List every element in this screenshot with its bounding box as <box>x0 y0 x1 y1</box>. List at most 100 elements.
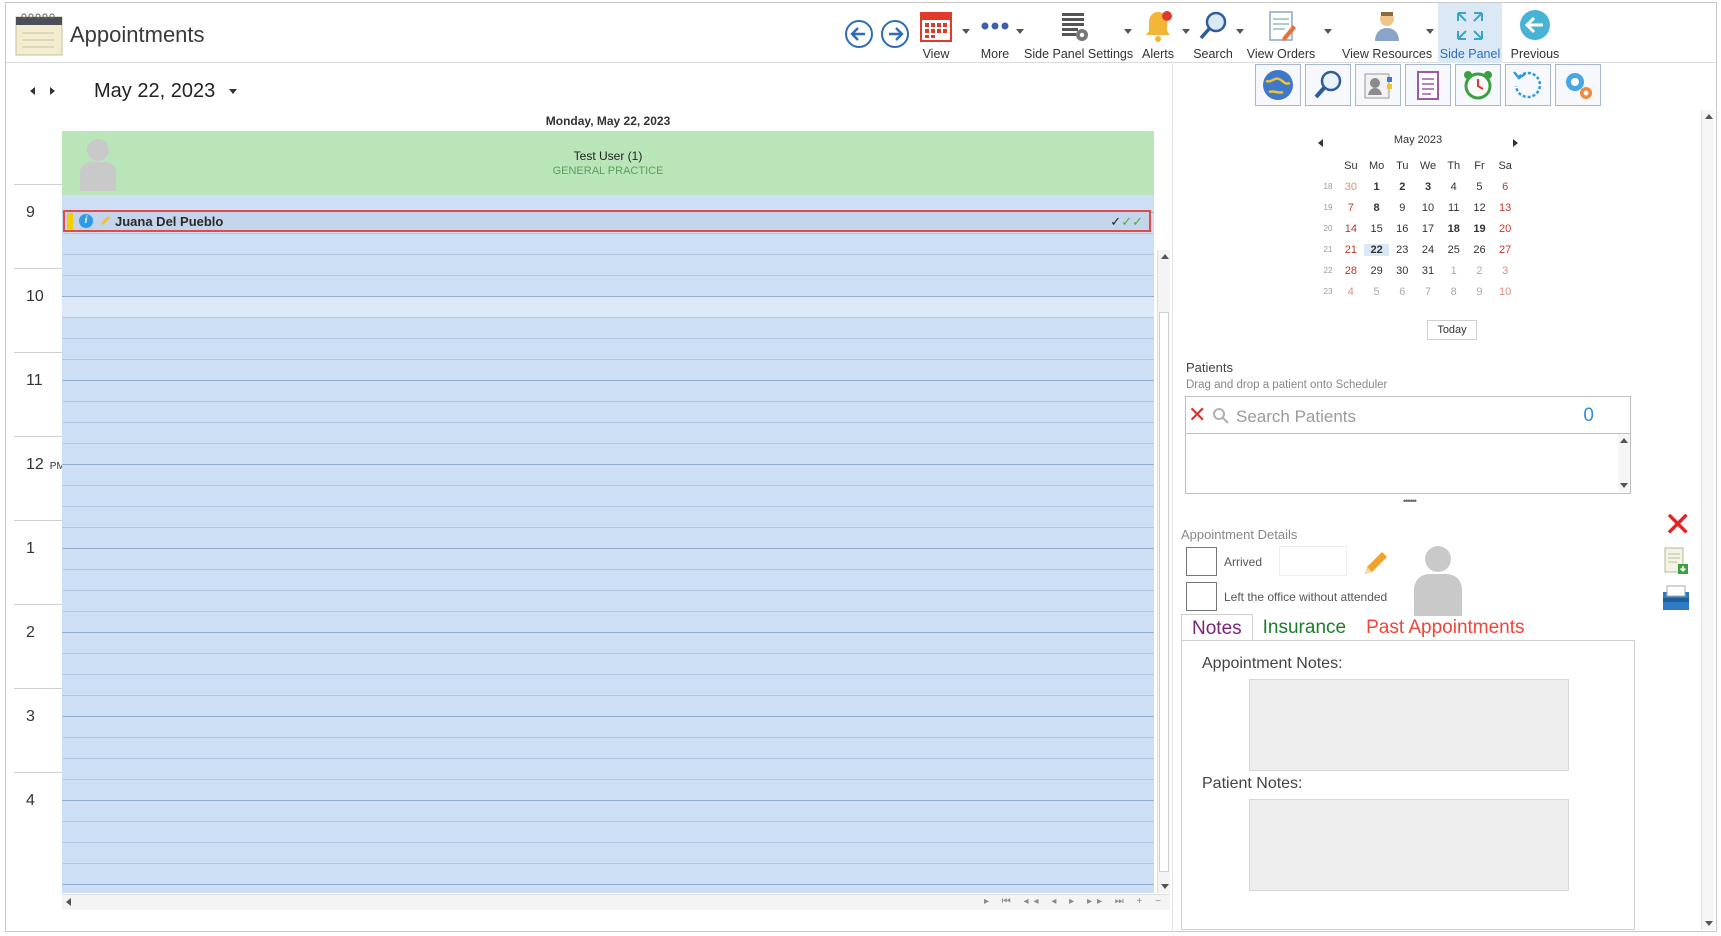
patient-results-list[interactable] <box>1185 434 1631 494</box>
search-patients-input[interactable]: Search Patients <box>1236 407 1356 427</box>
arrived-checkbox[interactable] <box>1186 547 1217 576</box>
today-button[interactable]: Today <box>1427 320 1477 340</box>
search-tool-button[interactable] <box>1305 64 1351 106</box>
scroll-left-arrow[interactable] <box>66 898 71 906</box>
info-icon[interactable]: i <box>79 214 93 228</box>
calendar-day[interactable]: 29 <box>1364 265 1390 277</box>
calendar-day[interactable]: 4 <box>1441 181 1467 193</box>
calendar-day[interactable]: 27 <box>1492 244 1518 256</box>
calendar-day[interactable]: 13 <box>1492 202 1518 214</box>
calendar-day[interactable]: 18 <box>1441 223 1467 235</box>
calendar-day[interactable]: 3 <box>1492 265 1518 277</box>
calendar-day[interactable]: 30 <box>1389 265 1415 277</box>
tab-insurance[interactable]: Insurance <box>1253 614 1356 641</box>
tab-past-appointments[interactable]: Past Appointments <box>1356 614 1534 641</box>
nav-forward-circle-icon[interactable] <box>880 19 910 49</box>
nav-back-circle-icon[interactable] <box>844 19 874 49</box>
toolbar-side-panel-button[interactable]: Side Panel <box>1438 3 1502 63</box>
calendar-day[interactable]: 10 <box>1415 202 1441 214</box>
schedule-grid[interactable] <box>62 195 1154 893</box>
close-icon[interactable]: ✕ <box>1664 508 1693 542</box>
toolbar-alerts-button[interactable]: Alerts <box>1136 7 1180 63</box>
patient-card-tool-button[interactable] <box>1355 64 1401 106</box>
calendar-day[interactable]: 16 <box>1389 223 1415 235</box>
calendar-day[interactable]: 4 <box>1338 286 1364 298</box>
list-scroll-up-arrow[interactable] <box>1620 438 1628 443</box>
calendar-day[interactable]: 8 <box>1441 286 1467 298</box>
next-day-button[interactable] <box>42 81 62 101</box>
edit-pencil-icon[interactable] <box>1361 548 1391 578</box>
calendar-day[interactable]: 14 <box>1338 223 1364 235</box>
prev-day-button[interactable] <box>22 81 42 101</box>
scroll-thumb[interactable] <box>1159 312 1169 872</box>
splitter-grip[interactable]: •••••• <box>1403 496 1417 506</box>
calendar-day[interactable]: 28 <box>1338 265 1364 277</box>
calendar-day[interactable]: 3 <box>1415 181 1441 193</box>
next-month-button[interactable] <box>1513 138 1518 150</box>
calendar-day[interactable]: 21 <box>1338 244 1364 256</box>
prev-month-button[interactable] <box>1318 138 1323 150</box>
calendar-day[interactable]: 8 <box>1364 202 1390 214</box>
calendar-day[interactable]: 17 <box>1415 223 1441 235</box>
calendar-day[interactable]: 1 <box>1441 265 1467 277</box>
calendar-day[interactable]: 20 <box>1492 223 1518 235</box>
list-scroll-down-arrow[interactable] <box>1620 483 1628 488</box>
calendar-day[interactable]: 7 <box>1415 286 1441 298</box>
patient-search-box[interactable]: ✕ Search Patients 0 <box>1185 396 1631 434</box>
calendar-day[interactable]: 9 <box>1389 202 1415 214</box>
toolbar-view-orders-button[interactable]: View Orders <box>1246 7 1316 63</box>
calendar-day[interactable]: 6 <box>1389 286 1415 298</box>
clear-search-icon[interactable]: ✕ <box>1188 404 1206 426</box>
calendar-day[interactable]: 2 <box>1389 181 1415 193</box>
calendar-day[interactable]: 25 <box>1441 244 1467 256</box>
side-scroll-down-arrow[interactable] <box>1705 921 1713 926</box>
refresh-tool-button[interactable] <box>1505 64 1551 106</box>
calendar-day[interactable]: 11 <box>1441 202 1467 214</box>
alarm-tool-button[interactable] <box>1455 64 1501 106</box>
appointment-block[interactable]: i Juana Del Pueblo ✓✓✓ <box>63 210 1151 232</box>
calendar-day[interactable]: 22 <box>1363 243 1390 256</box>
scroll-down-arrow[interactable] <box>1158 880 1171 893</box>
appointment-notes-field[interactable] <box>1249 679 1569 771</box>
calendar-day[interactable]: 15 <box>1364 223 1390 235</box>
left-office-checkbox[interactable] <box>1186 582 1217 611</box>
list-tool-button[interactable] <box>1405 64 1451 106</box>
calendar-day[interactable]: 23 <box>1389 244 1415 256</box>
calendar-day[interactable]: 1 <box>1364 181 1390 193</box>
side-scroll-up-arrow[interactable] <box>1705 114 1713 119</box>
globe-tool-button[interactable] <box>1255 64 1301 106</box>
calendar-day[interactable]: 26 <box>1467 244 1493 256</box>
patient-notes-field[interactable] <box>1249 799 1569 891</box>
tab-notes[interactable]: Notes <box>1181 614 1253 641</box>
date-dropdown-icon[interactable] <box>229 88 238 94</box>
side-panel-scrollbar[interactable] <box>1701 110 1714 930</box>
arrived-time-field[interactable] <box>1279 546 1347 576</box>
toolbar-view-button[interactable]: View <box>914 7 958 63</box>
schedule-horizontal-scrollbar[interactable]: ▸ ⏮ ◂◂ ◂ ▸ ▸▸ ⏭ + − <box>62 894 1170 910</box>
pager-controls[interactable]: ▸ ⏮ ◂◂ ◂ ▸ ▸▸ ⏭ + − <box>984 896 1166 907</box>
calendar-day[interactable]: 7 <box>1338 202 1364 214</box>
toolbar-side-panel-settings-button[interactable]: Side Panel Settings <box>1024 7 1133 63</box>
calendar-day[interactable]: 2 <box>1467 265 1493 277</box>
calendar-day[interactable]: 10 <box>1492 286 1518 298</box>
calendar-day[interactable]: 5 <box>1467 181 1493 193</box>
current-date-label[interactable]: May 22, 2023 <box>94 80 215 103</box>
calendar-day[interactable]: 6 <box>1492 181 1518 193</box>
toolbar-view-resources-button[interactable]: View Resources <box>1342 7 1432 63</box>
schedule-vertical-scrollbar[interactable] <box>1157 250 1170 893</box>
inbox-tray-icon[interactable] <box>1661 584 1691 612</box>
calendar-day[interactable]: 19 <box>1467 223 1493 235</box>
toolbar-more-button[interactable]: More <box>972 7 1018 63</box>
calendar-day[interactable]: 9 <box>1467 286 1493 298</box>
calendar-day[interactable]: 12 <box>1467 202 1493 214</box>
calendar-day[interactable]: 30 <box>1338 181 1364 193</box>
settings-tool-button[interactable] <box>1555 64 1601 106</box>
document-download-icon[interactable] <box>1663 546 1689 576</box>
calendar-day[interactable]: 31 <box>1415 265 1441 277</box>
patient-list-scrollbar[interactable] <box>1618 434 1630 492</box>
calendar-day[interactable]: 5 <box>1364 286 1390 298</box>
calendar-day[interactable]: 24 <box>1415 244 1441 256</box>
toolbar-previous-button[interactable]: Previous <box>1506 7 1564 63</box>
scroll-up-arrow[interactable] <box>1158 250 1171 263</box>
toolbar-search-button[interactable]: Search <box>1190 7 1236 63</box>
